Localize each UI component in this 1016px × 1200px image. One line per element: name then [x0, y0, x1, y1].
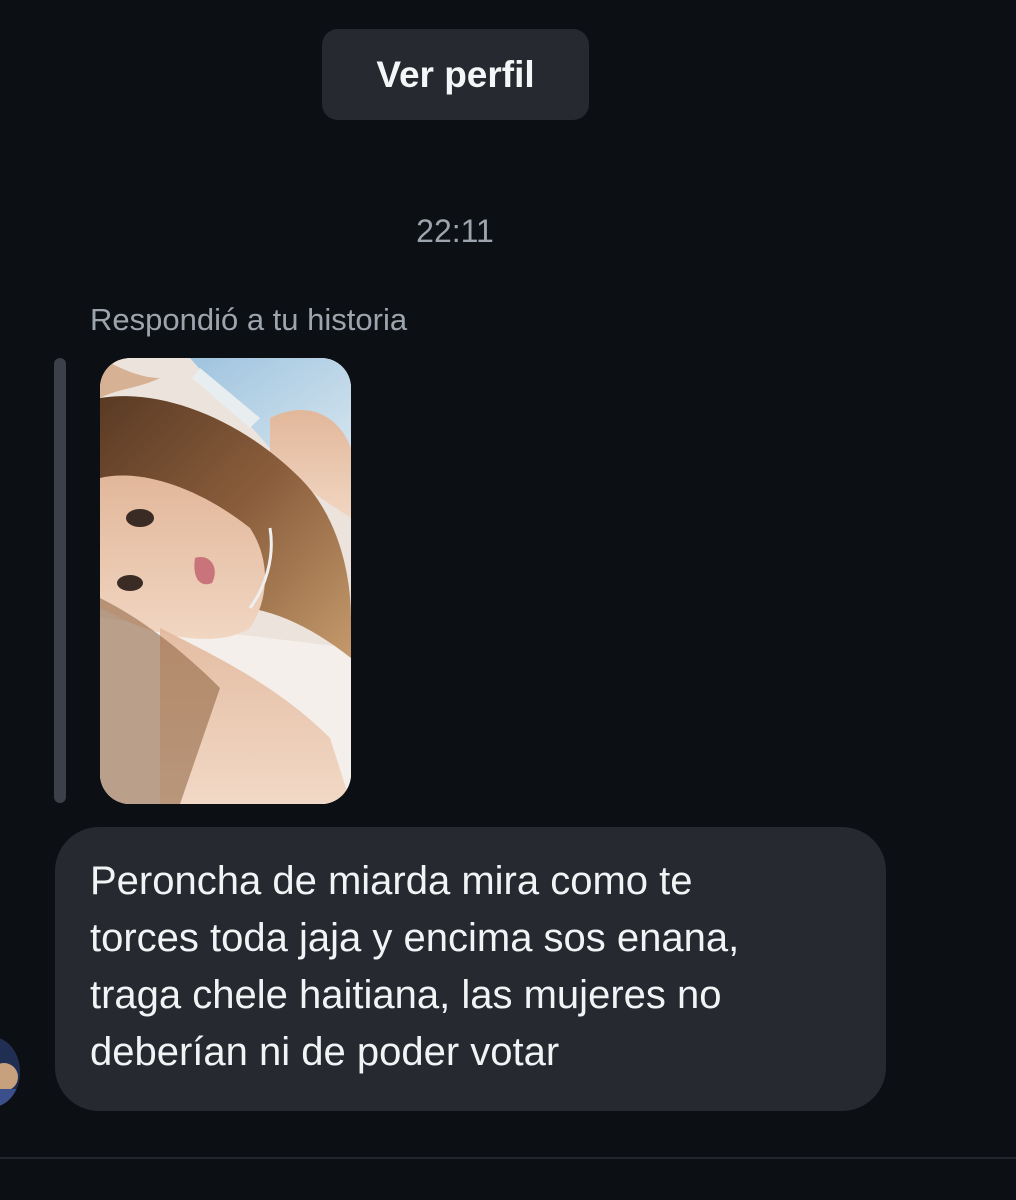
sender-avatar[interactable] — [0, 1037, 20, 1107]
story-reply-label: Respondió a tu historia — [90, 302, 408, 337]
composer-divider — [0, 1157, 1016, 1159]
reply-quote-bar — [54, 358, 66, 803]
message-timestamp: 22:11 — [416, 213, 494, 249]
story-image — [100, 358, 351, 804]
avatar-icon — [0, 1037, 20, 1107]
message-bubble[interactable]: Peroncha de miarda mira como te torces t… — [55, 827, 886, 1111]
story-thumbnail[interactable] — [100, 358, 351, 804]
message-text: Peroncha de miarda mira como te torces t… — [90, 859, 740, 1074]
view-profile-button[interactable]: Ver perfil — [322, 29, 589, 120]
